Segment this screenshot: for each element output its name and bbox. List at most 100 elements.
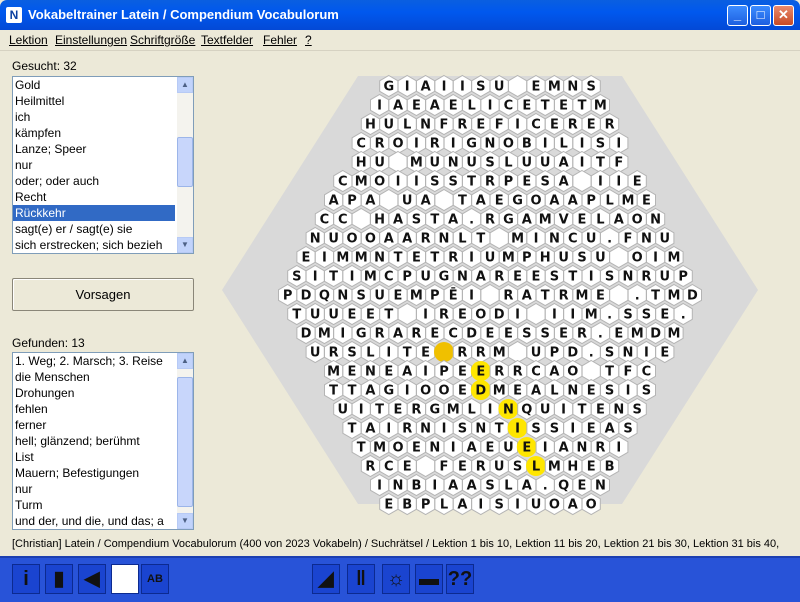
grid-cell[interactable] — [489, 226, 509, 250]
grid-cell[interactable]: E — [397, 454, 417, 478]
grid-cell[interactable]: O — [416, 378, 436, 402]
grid-cell[interactable]: A — [388, 321, 408, 345]
grid-cell[interactable]: A — [360, 416, 380, 440]
grid-cell[interactable]: E — [581, 378, 601, 402]
grid-cell[interactable]: A — [554, 435, 574, 459]
grid-cell[interactable]: A — [462, 435, 482, 459]
list-item[interactable]: ich — [13, 109, 175, 125]
grid-cell[interactable]: T — [535, 93, 555, 117]
grid-cell[interactable]: S — [425, 169, 445, 193]
grid-cell[interactable]: U — [655, 264, 675, 288]
grid-cell[interactable]: T — [351, 435, 371, 459]
grid-cell[interactable]: E — [452, 378, 472, 402]
grid-cell[interactable]: I — [646, 245, 666, 269]
grid-cell[interactable]: I — [572, 150, 592, 174]
grid-cell[interactable]: N — [480, 131, 500, 155]
grid-cell[interactable]: V — [554, 207, 574, 231]
grid-cell[interactable]: S — [600, 378, 620, 402]
grid-cell[interactable]: S — [471, 74, 491, 98]
grid-cell[interactable]: A — [452, 492, 472, 516]
grid-cell[interactable]: B — [397, 492, 417, 516]
list-item[interactable]: sich erstrecken; sich bezieh — [13, 237, 175, 253]
grid-cell[interactable]: R — [324, 340, 344, 364]
grid-cell[interactable]: I — [535, 435, 555, 459]
grid-cell[interactable]: T — [452, 188, 472, 212]
grid-cell[interactable]: P — [517, 245, 537, 269]
grid-cell[interactable]: A — [554, 150, 574, 174]
grid-cell[interactable]: E — [516, 437, 537, 457]
grid-cell[interactable]: R — [636, 264, 656, 288]
grid-cell[interactable]: U — [305, 340, 325, 364]
grid-cell[interactable]: R — [452, 112, 472, 136]
grid-cell[interactable]: T — [646, 283, 666, 307]
grid-cell[interactable]: H — [360, 112, 380, 136]
grid-cell[interactable]: R — [434, 302, 454, 326]
grid-cell[interactable]: R — [443, 245, 463, 269]
grid-cell[interactable]: I — [416, 359, 436, 383]
grid-cell[interactable]: T — [572, 93, 592, 117]
grid-cell[interactable]: E — [627, 169, 647, 193]
grid-cell[interactable]: E — [554, 321, 574, 345]
grid-cell[interactable]: S — [590, 131, 610, 155]
grid-cell[interactable]: R — [498, 283, 518, 307]
grid-cell[interactable]: I — [434, 416, 454, 440]
grid-cell[interactable]: Q — [554, 473, 574, 497]
list-item[interactable]: Rückkehr — [13, 205, 175, 221]
grid-cell[interactable] — [379, 188, 399, 212]
grid-cell[interactable]: C — [526, 359, 546, 383]
grid-cell[interactable]: N — [471, 416, 491, 440]
grid-cell[interactable]: C — [379, 454, 399, 478]
grid-cell[interactable]: A — [443, 207, 463, 231]
list-item[interactable]: kämpfen — [13, 125, 175, 141]
list-item[interactable]: fehlen — [13, 401, 175, 417]
grid-cell[interactable]: A — [600, 416, 620, 440]
grid-cell[interactable]: N — [434, 226, 454, 250]
list-item[interactable]: nur — [13, 157, 175, 173]
grid-cell[interactable]: I — [333, 321, 353, 345]
grid-cell[interactable]: R — [572, 321, 592, 345]
grid-cell[interactable]: . — [627, 283, 647, 307]
grid-cell[interactable]: A — [544, 188, 564, 212]
grid-cell[interactable]: L — [498, 473, 518, 497]
grid-cell[interactable] — [480, 283, 500, 307]
grid-cell[interactable]: A — [517, 207, 537, 231]
grid-cell[interactable]: R — [563, 112, 583, 136]
grid-cell[interactable]: R — [489, 264, 509, 288]
grid-cell[interactable]: U — [535, 150, 555, 174]
grid-cell[interactable]: A — [544, 359, 564, 383]
grid-cell[interactable]: O — [388, 435, 408, 459]
grid-cell[interactable]: . — [590, 321, 610, 345]
grid-cell[interactable]: P — [581, 188, 601, 212]
puzzle-grid[interactable]: G I A I I S U E M N SI A E A E L I C E T E T MH U L N F R E F I C E R E RC R… — [210, 70, 770, 550]
grid-cell[interactable]: M — [508, 226, 528, 250]
grid-cell[interactable]: T — [489, 416, 509, 440]
grid-cell[interactable]: I — [507, 418, 528, 438]
grid-cell[interactable]: I — [314, 245, 334, 269]
grid-cell[interactable]: P — [544, 340, 564, 364]
grid-cell[interactable]: E — [425, 321, 445, 345]
grid-cell[interactable]: U — [416, 264, 436, 288]
list-item[interactable]: List — [13, 449, 175, 465]
grid-cell[interactable]: S — [342, 340, 362, 364]
grid-cell[interactable]: N — [563, 74, 583, 98]
grid-cell[interactable]: I — [563, 416, 583, 440]
grid-cell[interactable]: U — [305, 302, 325, 326]
grid-cell[interactable]: I — [618, 378, 638, 402]
scroll-thumb[interactable] — [177, 137, 193, 187]
grid-cell[interactable]: R — [370, 321, 390, 345]
grid-cell[interactable]: G — [498, 207, 518, 231]
grid-cell[interactable]: L — [452, 226, 472, 250]
grid-cell[interactable]: B — [517, 131, 537, 155]
grid-cell[interactable]: O — [581, 492, 601, 516]
grid-cell[interactable]: U — [480, 245, 500, 269]
grid-cell[interactable] — [572, 169, 592, 193]
grid-cell[interactable]: C — [333, 207, 353, 231]
grid-cell[interactable]: E — [342, 359, 362, 383]
grid-cell[interactable]: M — [590, 93, 610, 117]
grid-cell[interactable]: N — [609, 397, 629, 421]
grid-cell[interactable]: R — [452, 340, 472, 364]
grid-cell[interactable]: S — [535, 321, 555, 345]
grid-cell[interactable]: N — [388, 473, 408, 497]
grid-cell[interactable]: N — [416, 416, 436, 440]
bulb-icon[interactable]: ☼ — [382, 564, 410, 594]
